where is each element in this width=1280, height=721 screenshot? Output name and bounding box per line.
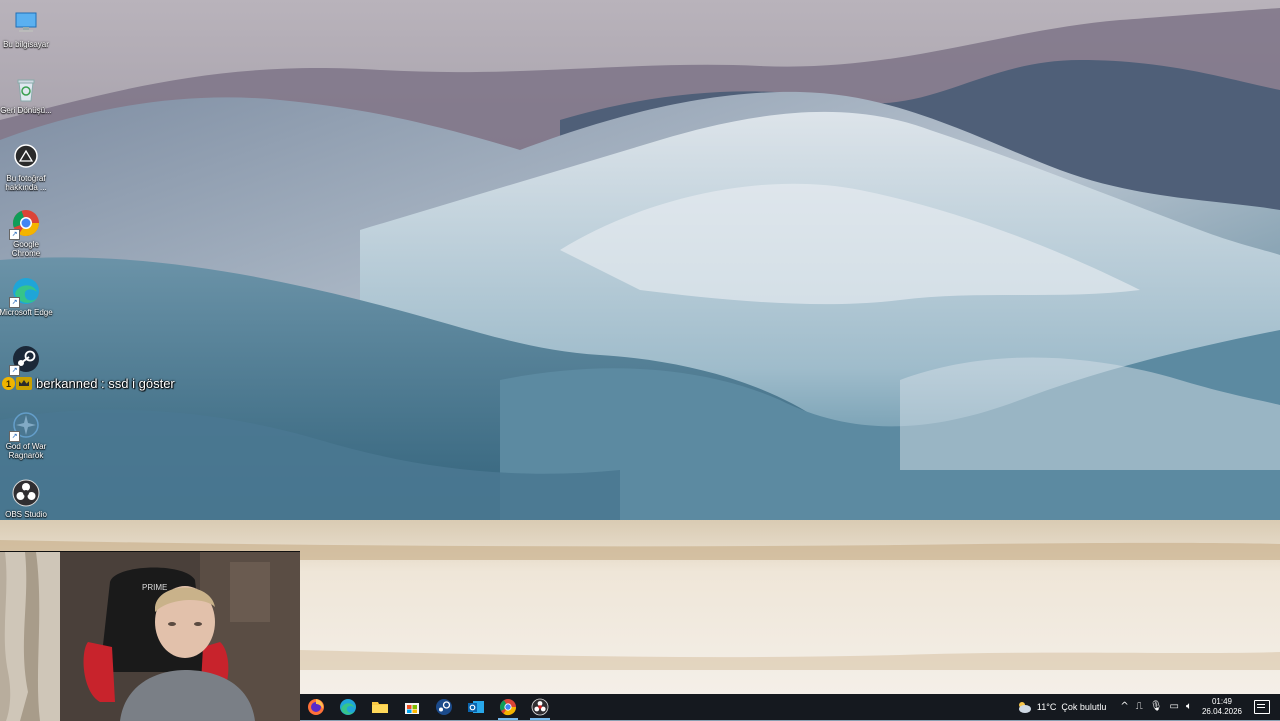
desktop-icon-god-of-war[interactable]: ↗ God of War Ragnarök <box>2 410 50 460</box>
desktop-icon-google-chrome[interactable]: ↗ Google Chrome <box>2 208 50 258</box>
file-explorer-icon <box>372 702 388 713</box>
chrome-icon: ↗ <box>9 208 41 240</box>
clock-date: 26.04.2026 <box>1201 707 1242 716</box>
weather-widget[interactable]: 11°C Çok bulutlu <box>1016 700 1106 714</box>
firefox-icon <box>308 699 324 715</box>
taskbar-obs[interactable] <box>524 694 556 720</box>
store-icon <box>405 703 419 714</box>
taskbar-steam[interactable] <box>428 694 460 720</box>
tray-icons: ^ ⎍ 🎙︎ ▭ 🔈︎ <box>1120 702 1192 712</box>
chair-brand-text: PRIME <box>142 583 167 592</box>
taskbar-edge[interactable] <box>332 694 364 720</box>
desktop-icon-label: Bu fotoğraf hakkında ... <box>5 174 47 192</box>
clock[interactable]: 01:49 26.04.2026 <box>1202 697 1242 717</box>
about-photo-icon <box>11 142 41 172</box>
crown-icon <box>16 377 32 390</box>
usb-icon[interactable]: ⎍ <box>1136 702 1143 712</box>
desktop-icon-this-pc[interactable]: Bu bilgisayar <box>2 8 50 49</box>
edge-icon <box>340 699 356 715</box>
volume-icon[interactable]: 🔈︎ <box>1186 702 1192 712</box>
notification-icon[interactable] <box>1254 700 1270 714</box>
desktop-icon-obs-studio[interactable]: OBS Studio <box>2 478 50 519</box>
obs-icon <box>531 698 549 716</box>
clock-time: 01:49 <box>1211 697 1232 706</box>
desktop-icon-label: OBS Studio <box>5 510 47 519</box>
taskbar-firefox[interactable] <box>300 694 332 720</box>
steam-icon: ↗ <box>9 344 41 376</box>
stream-chat-overlay: 1 berkanned : ssd i göster <box>2 376 175 391</box>
webcam-feed: PRIME <box>0 551 300 721</box>
taskbar-store[interactable] <box>396 694 428 720</box>
system-tray: 11°C Çok bulutlu ^ ⎍ 🎙︎ ▭ 🔈︎ 01:49 26.04… <box>1016 694 1280 720</box>
taskbar-file-explorer[interactable] <box>364 694 396 720</box>
desktop-icon-recycle-bin[interactable]: Geri Dönüşü... <box>0 74 52 115</box>
taskbar-chrome[interactable] <box>492 694 524 720</box>
desktop-icon-label: God of War Ragnarök <box>5 442 47 460</box>
desktop-icon-label: Geri Dönüşü... <box>0 106 52 115</box>
chevron-up-icon[interactable]: ^ <box>1120 702 1128 712</box>
weather-condition: Çok bulutlu <box>1061 702 1107 712</box>
desktop-icon-label: Google Chrome <box>11 240 41 258</box>
outlook-icon <box>468 701 484 713</box>
weather-temperature: 11°C <box>1036 702 1057 712</box>
desktop-icon-label: Microsoft Edge <box>0 308 53 317</box>
this-pc-icon <box>11 8 41 38</box>
desktop-icon-about-photo[interactable]: Bu fotoğraf hakkında ... <box>2 142 50 192</box>
taskbar: 11°C Çok bulutlu ^ ⎍ 🎙︎ ▭ 🔈︎ 01:49 26.04… <box>300 694 1280 720</box>
edge-icon: ↗ <box>9 276 41 308</box>
desktop-icon-microsoft-edge[interactable]: ↗ Microsoft Edge <box>0 276 53 317</box>
desktop-icon-steam[interactable]: ↗ <box>2 344 50 376</box>
shortcut-arrow-icon: ↗ <box>9 229 20 240</box>
taskbar-outlook[interactable] <box>460 694 492 720</box>
god-of-war-icon: ↗ <box>9 410 41 442</box>
subscriber-badge: 1 <box>2 377 15 390</box>
chat-message: berkanned : ssd i göster <box>36 376 175 391</box>
shortcut-arrow-icon: ↗ <box>9 297 20 308</box>
network-icon[interactable]: ▭ <box>1170 702 1179 712</box>
chrome-icon <box>500 699 517 716</box>
chat-badges: 1 <box>2 377 32 390</box>
shortcut-arrow-icon: ↗ <box>9 431 20 442</box>
obs-icon <box>11 478 41 508</box>
recycle-bin-icon <box>11 74 41 104</box>
steam-icon <box>436 699 452 715</box>
desktop-icon-label: Bu bilgisayar <box>3 40 49 49</box>
microphone-icon[interactable]: 🎙︎ <box>1150 702 1163 712</box>
cloud-icon <box>1018 702 1031 713</box>
shortcut-arrow-icon: ↗ <box>9 365 20 376</box>
